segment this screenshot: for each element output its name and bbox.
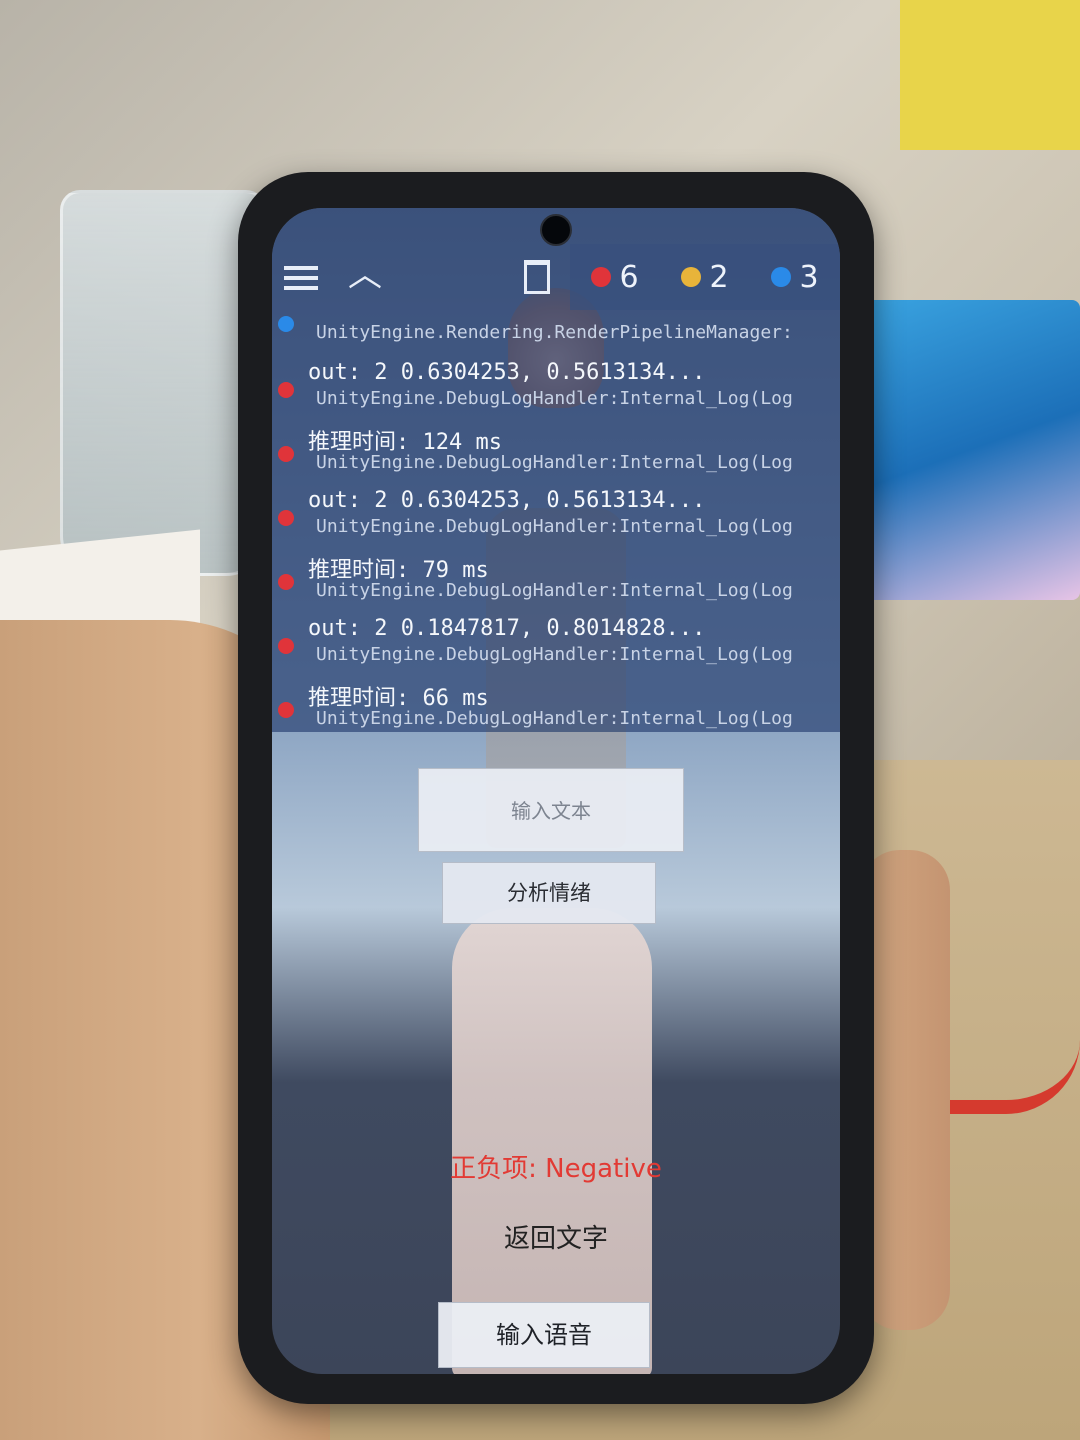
log-stacktrace: UnityEngine.DebugLogHandler:Internal_Log… [316, 516, 793, 537]
error-dot-icon [591, 267, 612, 287]
log-stacktrace: UnityEngine.DebugLogHandler:Internal_Log… [316, 708, 793, 729]
log-stacktrace: UnityEngine.DebugLogHandler:Internal_Log… [316, 388, 793, 409]
sentiment-result-label: 正负项: Negative [450, 1154, 662, 1184]
log-stacktrace: UnityEngine.DebugLogHandler:Internal_Log… [316, 452, 793, 473]
log-entry[interactable]: UnityEngine.Rendering.RenderPipelineMana… [272, 316, 840, 360]
log-stacktrace: UnityEngine.Rendering.RenderPipelineMana… [316, 322, 793, 343]
error-dot-icon [278, 382, 294, 398]
background-glass [60, 190, 266, 576]
error-dot-icon [278, 702, 294, 718]
warning-filter-tab[interactable]: 2 [660, 244, 750, 310]
log-entry[interactable]: out: 2 0.1847817, 0.8014828... UnityEngin… [272, 616, 840, 680]
phone-screen: ︿ 6 2 3 UnityEngine.Rendering.RenderPipe… [272, 208, 840, 1374]
console-toolbar: ︿ 6 2 3 [272, 240, 840, 320]
log-list[interactable]: UnityEngine.Rendering.RenderPipelineMana… [272, 316, 840, 744]
log-entry[interactable]: 推理时间: 79 ms UnityEngine.DebugLogHandler:I… [272, 552, 840, 616]
background-object [900, 0, 1080, 150]
error-dot-icon [278, 446, 294, 462]
hamburger-menu-icon[interactable] [284, 260, 318, 296]
background-tissue-box [860, 300, 1080, 600]
info-dot-icon [771, 267, 792, 287]
trash-icon[interactable] [524, 260, 550, 294]
analyze-emotion-button[interactable]: 分析情绪 [442, 862, 656, 924]
returned-text-label: 返回文字 [503, 1224, 608, 1254]
error-filter-tab[interactable]: 6 [570, 244, 660, 310]
log-entry[interactable]: 推理时间: 124 ms UnityEngine.DebugLogHandler:… [272, 424, 840, 488]
info-dot-icon [278, 316, 294, 332]
error-dot-icon [278, 574, 294, 590]
log-entry[interactable]: out: 2 0.6304253, 0.5613134... UnityEngin… [272, 488, 840, 552]
info-filter-tab[interactable]: 3 [750, 244, 840, 310]
log-stacktrace: UnityEngine.DebugLogHandler:Internal_Log… [316, 580, 793, 601]
log-message: out: 2 0.1847817, 0.8014828... [308, 616, 706, 641]
log-stacktrace: UnityEngine.DebugLogHandler:Internal_Log… [316, 644, 793, 665]
warning-count: 2 [709, 259, 729, 295]
text-input-field[interactable]: 输入文本 [418, 768, 684, 852]
error-dot-icon [278, 638, 294, 654]
debug-console: ︿ 6 2 3 UnityEngine.Rendering.RenderPipe… [272, 208, 840, 732]
info-count: 3 [799, 259, 819, 295]
log-entry[interactable]: out: 2 0.6304253, 0.5613134... UnityEngin… [272, 360, 840, 424]
log-entry[interactable]: 推理时间: 66 ms UnityEngine.DebugLogHandler:I… [272, 680, 840, 744]
log-message: out: 2 0.6304253, 0.5613134... [308, 360, 706, 385]
voice-input-button[interactable]: 输入语音 [438, 1302, 650, 1368]
log-message: out: 2 0.6304253, 0.5613134... [308, 488, 706, 513]
front-camera [540, 214, 572, 246]
chevron-up-icon[interactable]: ︿ [348, 258, 382, 292]
error-count: 6 [619, 259, 639, 295]
error-dot-icon [278, 510, 294, 526]
warning-dot-icon [681, 267, 702, 287]
